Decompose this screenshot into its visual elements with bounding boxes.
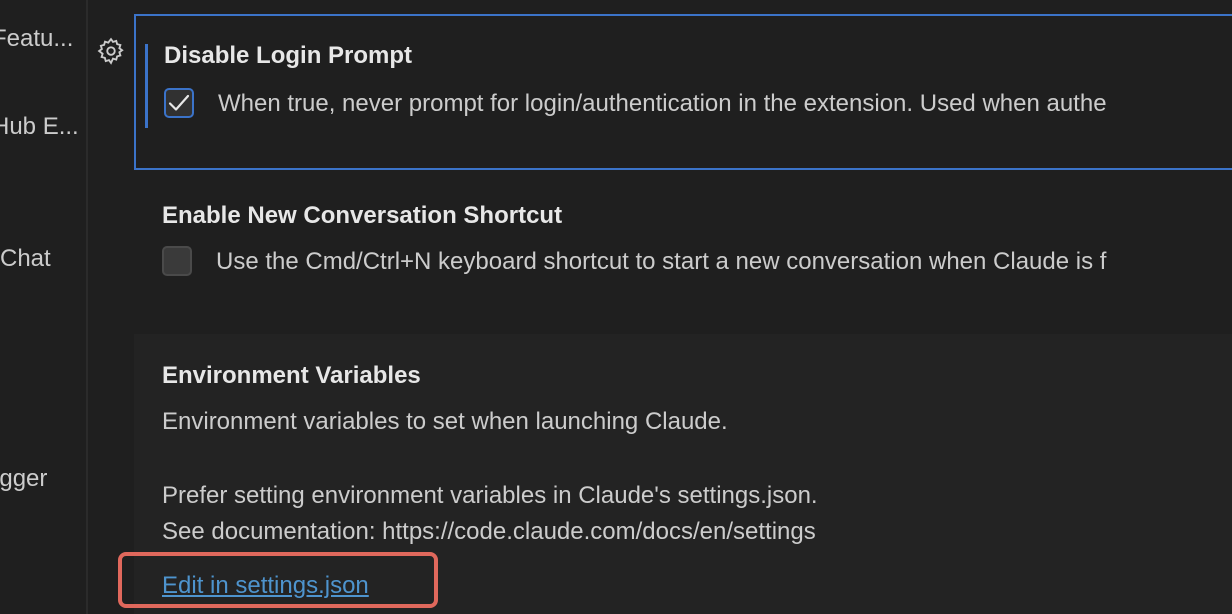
checkmark-icon	[168, 94, 190, 111]
disable-login-checkbox[interactable]	[164, 88, 194, 118]
setting-description-note: Prefer setting environment variables in …	[162, 482, 818, 509]
edit-in-settings-json-link[interactable]: Edit in settings.json	[162, 572, 369, 600]
setting-description: When true, never prompt for login/authen…	[218, 90, 1107, 117]
settings-tree: Featu... Hub E... Chat ugger	[0, 0, 88, 614]
setting-title: Enable New Conversation Shortcut	[162, 202, 563, 229]
tree-item-hub[interactable]: Hub E...	[0, 112, 86, 142]
tree-item-label: Featu...	[0, 25, 74, 52]
settings-editor: Featu... Hub E... Chat ugger Disable Log…	[0, 0, 1232, 614]
setting-description: Environment variables to set when launch…	[162, 408, 728, 435]
tree-item-chat[interactable]: Chat	[0, 244, 86, 274]
new-conversation-checkbox[interactable]	[162, 246, 192, 276]
setting-documentation-line: See documentation: https://code.claude.c…	[162, 518, 816, 545]
tree-item-label: Chat	[0, 245, 51, 272]
focus-indicator	[145, 44, 148, 128]
setting-disable-login-prompt: Disable Login Prompt When true, never pr…	[134, 14, 1232, 170]
setting-description: Use the Cmd/Ctrl+N keyboard shortcut to …	[216, 248, 1107, 275]
gear-icon[interactable]	[96, 36, 126, 66]
setting-title: Environment Variables	[162, 362, 421, 389]
setting-environment-variables: Environment Variables Environment variab…	[134, 334, 1232, 614]
tree-item-features[interactable]: Featu...	[0, 24, 86, 54]
setting-title: Disable Login Prompt	[164, 42, 413, 69]
tree-item-debugger[interactable]: ugger	[0, 464, 86, 494]
tree-item-label: ugger	[0, 465, 48, 492]
tree-item-label: Hub E...	[0, 113, 79, 140]
setting-new-conversation-shortcut: Enable New Conversation Shortcut Use the…	[134, 178, 1232, 318]
